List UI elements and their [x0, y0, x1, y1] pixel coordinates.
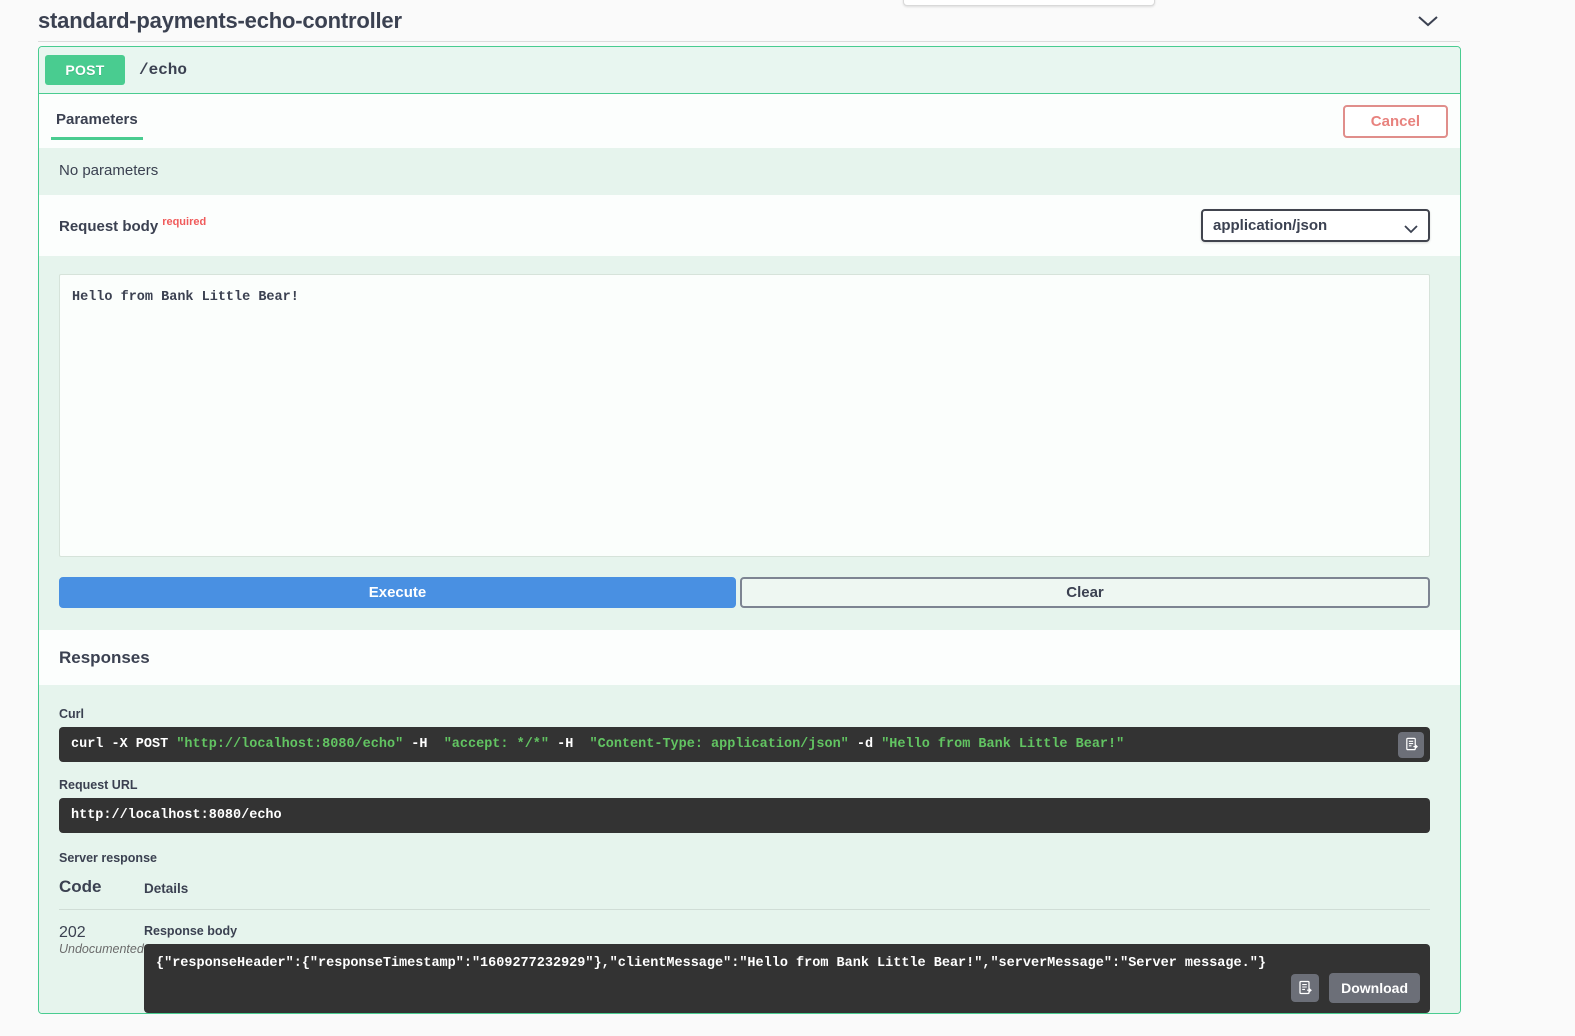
tab-parameters[interactable]: Parameters [51, 111, 143, 140]
response-body-part2: },"clientMessage": [593, 956, 739, 971]
operation-block-post-echo: POST /echo Parameters Cancel No paramete… [38, 46, 1461, 1014]
response-table-header: Code Details [59, 877, 1430, 910]
tag-divider [38, 41, 1460, 42]
request-body-label: Request body required [59, 216, 206, 235]
column-header-code: Code [59, 877, 144, 897]
request-url-code-block: http://localhost:8080/echo [59, 798, 1430, 833]
responses-heading: Responses [39, 630, 1460, 685]
content-type-select-wrapper[interactable]: application/json [1201, 209, 1430, 242]
content-type-select[interactable]: application/json [1201, 209, 1430, 242]
column-header-details: Details [144, 877, 188, 897]
curl-code-block: curl -X POST "http://localhost:8080/echo… [59, 727, 1430, 762]
clear-button[interactable]: Clear [740, 577, 1430, 608]
server-message-value: "Server message." [1120, 956, 1258, 971]
required-badge: required [162, 216, 206, 228]
cancel-button[interactable]: Cancel [1343, 105, 1448, 138]
curl-prefix: curl -X POST [71, 737, 176, 752]
curl-content-type-header: "Content-Type: application/json" [590, 737, 849, 752]
client-message-value: "Hello from Bank Little Bear!" [739, 956, 982, 971]
copy-to-clipboard-icon[interactable] [1398, 732, 1424, 758]
response-body-part3: ,"serverMessage": [982, 956, 1120, 971]
responses-body: Curl curl -X POST "http://localhost:8080… [39, 685, 1460, 1013]
request-body-editor-area: Execute Clear [39, 256, 1460, 630]
request-body-textarea[interactable] [59, 274, 1430, 557]
operation-path: /echo [139, 61, 187, 79]
table-row: 202 Undocumented Response body {"respons… [59, 910, 1430, 1013]
response-actions: Download [1291, 973, 1420, 1003]
tag-header[interactable]: standard-payments-echo-controller [0, 0, 1462, 41]
operation-summary[interactable]: POST /echo [39, 47, 1460, 94]
tabs-row: Parameters Cancel [39, 94, 1460, 148]
curl-mid3: -d [849, 737, 881, 752]
chevron-down-icon[interactable] [1414, 7, 1442, 35]
curl-url: "http://localhost:8080/echo" [176, 737, 403, 752]
curl-data: "Hello from Bank Little Bear!" [881, 737, 1124, 752]
response-details-cell: Response body {"responseHeader":{"respon… [144, 924, 1430, 1013]
execute-button[interactable]: Execute [59, 577, 736, 608]
copy-to-clipboard-icon[interactable] [1291, 974, 1319, 1002]
request-url-label: Request URL [59, 778, 1430, 792]
status-code: 202 [59, 924, 144, 942]
response-body-part4: } [1258, 956, 1266, 971]
http-method-badge: POST [45, 55, 125, 85]
status-badge: Undocumented [59, 942, 144, 956]
curl-accept-header: "accept: */*" [444, 737, 549, 752]
response-status-cell: 202 Undocumented [59, 924, 144, 1013]
curl-label: Curl [59, 707, 1430, 721]
response-body-label: Response body [144, 924, 1430, 938]
request-body-title: Request body [59, 218, 158, 235]
response-timestamp-value: "1609277232929" [472, 956, 594, 971]
execute-clear-row: Execute Clear [59, 577, 1430, 608]
response-body-part1: {"responseHeader":{"responseTimestamp": [156, 956, 472, 971]
no-parameters-text: No parameters [39, 148, 1460, 195]
page-title: standard-payments-echo-controller [38, 8, 402, 34]
swagger-ui-page: standard-payments-echo-controller POST /… [0, 0, 1575, 1036]
response-body-code-block: {"responseHeader":{"responseTimestamp":"… [144, 944, 1430, 1013]
curl-mid1: -H [403, 737, 444, 752]
request-body-row: Request body required application/json [39, 195, 1460, 256]
download-button[interactable]: Download [1329, 973, 1420, 1003]
curl-mid2: -H [549, 737, 590, 752]
server-response-label: Server response [59, 851, 1430, 865]
